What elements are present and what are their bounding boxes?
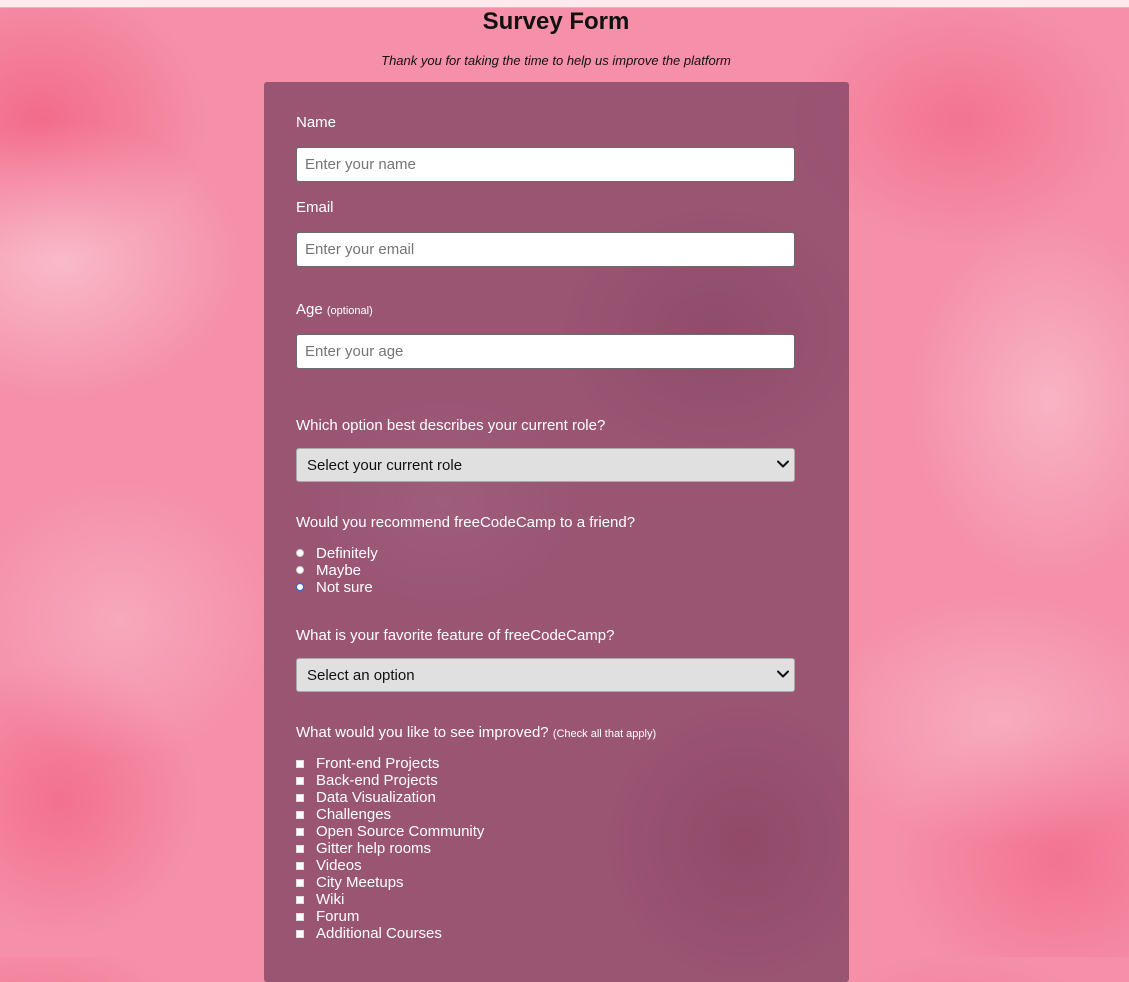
improve-note: (Check all that apply): [552, 728, 657, 740]
checkbox[interactable]: [296, 913, 304, 921]
improve-option-label: Back-end Projects: [316, 772, 438, 789]
browser-top-edge: [0, 0, 1129, 8]
improve-option-label: City Meetups: [316, 874, 404, 891]
improve-option-label: Front-end Projects: [316, 755, 440, 772]
improve-option-label: Additional Courses: [316, 925, 442, 942]
email-label: Email: [296, 199, 334, 216]
role-select-value: Select your current role: [307, 457, 463, 474]
feature-question: What is your favorite feature of freeCod…: [296, 627, 615, 644]
checkbox[interactable]: [296, 777, 304, 785]
checkbox[interactable]: [296, 760, 304, 768]
chevron-down-icon: [777, 670, 789, 678]
improve-option-label: Wiki: [316, 891, 345, 908]
improve-option-label: Challenges: [316, 806, 392, 823]
recommend-option-label: Maybe: [316, 562, 362, 579]
recommend-question: Would you recommend freeCodeCamp to a fr…: [296, 514, 636, 531]
radio-button-focused[interactable]: [296, 583, 304, 591]
improve-option-label: Data Visualization: [316, 789, 436, 806]
feature-select[interactable]: Select an option: [296, 658, 795, 692]
age-label: Age (optional): [296, 301, 373, 318]
improve-question-text: What would you like to see improved?: [296, 724, 549, 741]
age-optional-note: (optional): [326, 305, 373, 317]
checkbox[interactable]: [296, 862, 304, 870]
email-input[interactable]: [296, 232, 795, 267]
role-select[interactable]: Select your current role: [296, 448, 795, 482]
improve-question: What would you like to see improved? (Ch…: [296, 724, 656, 741]
checkbox[interactable]: [296, 845, 304, 853]
recommend-option-label: Not sure: [316, 579, 373, 596]
checkbox[interactable]: [296, 794, 304, 802]
checkbox[interactable]: [296, 896, 304, 904]
name-label: Name: [296, 114, 337, 131]
radio-button[interactable]: [296, 566, 304, 574]
improve-option-label: Videos: [316, 857, 362, 874]
checkbox[interactable]: [296, 828, 304, 836]
page-title: Survey Form: [482, 8, 630, 35]
role-question: Which option best describes your current…: [296, 417, 606, 434]
survey-form: Name Email Age (optional) Which option b…: [264, 82, 849, 982]
recommend-option-label: Definitely: [316, 545, 378, 562]
improve-option-label: Open Source Community: [316, 823, 485, 840]
checkbox[interactable]: [296, 811, 304, 819]
checkbox[interactable]: [296, 930, 304, 938]
checkbox[interactable]: [296, 879, 304, 887]
age-input[interactable]: [296, 334, 795, 369]
name-input[interactable]: [296, 147, 795, 182]
age-label-text: Age: [296, 301, 323, 318]
chevron-down-icon: [777, 460, 789, 468]
feature-select-value: Select an option: [307, 667, 415, 684]
improve-option-label: Forum: [316, 908, 360, 925]
improve-option-label: Gitter help rooms: [316, 840, 432, 857]
radio-button[interactable]: [296, 549, 304, 557]
page-description: Thank you for taking the time to help us…: [381, 53, 731, 68]
